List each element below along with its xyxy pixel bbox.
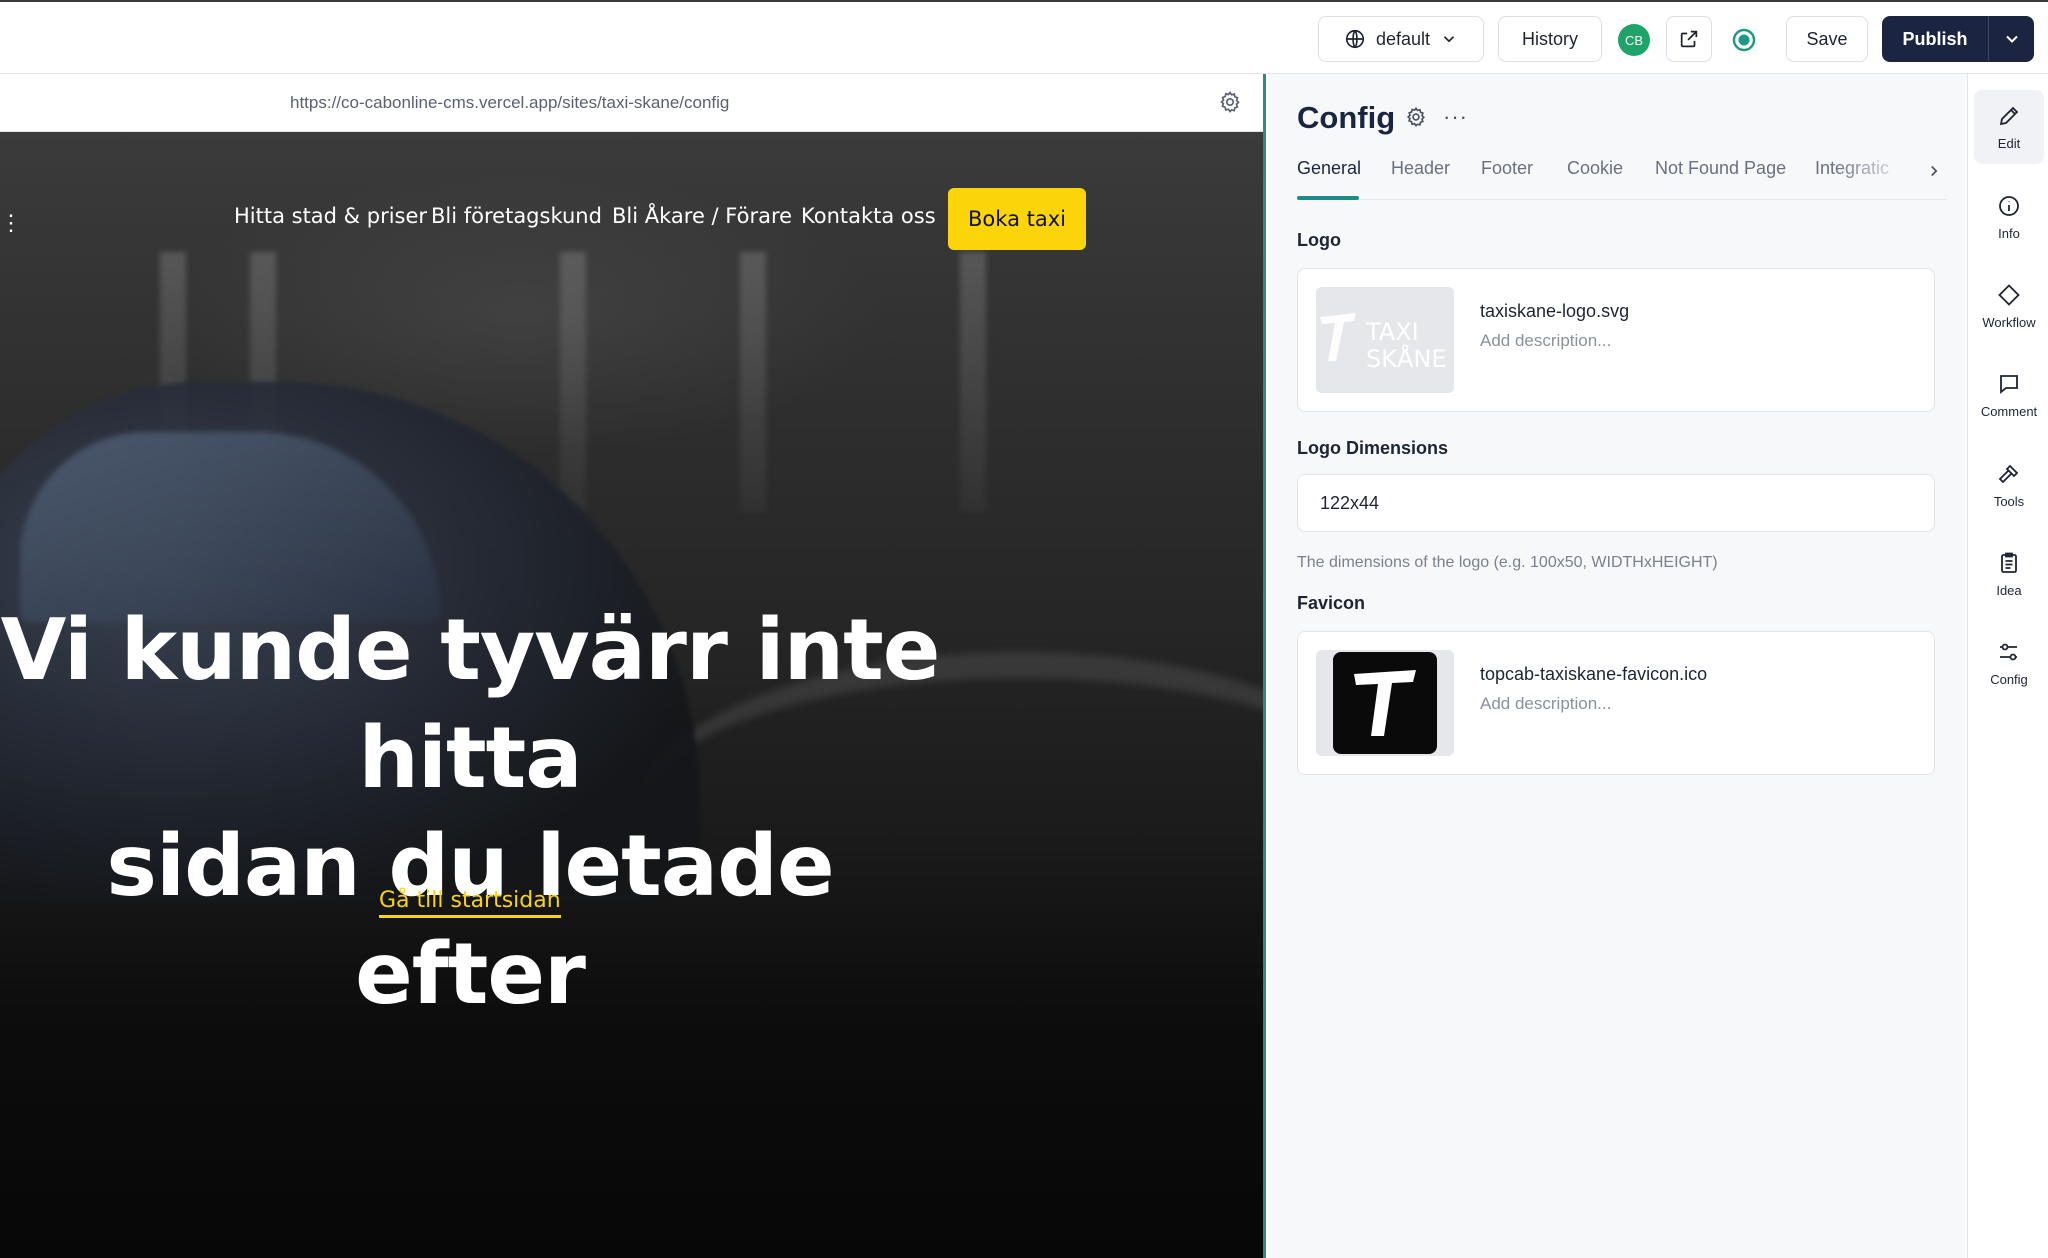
pencil-icon [1997, 104, 2021, 128]
favicon-thumbnail [1316, 650, 1454, 756]
clipboard-icon [1997, 551, 2021, 575]
avatar[interactable]: CB [1618, 24, 1650, 56]
logo-label: Logo [1297, 230, 1341, 250]
rail-label: Config [1990, 671, 2028, 687]
rail-label: Comment [1980, 403, 2038, 419]
live-preview-toggle[interactable] [1730, 26, 1758, 54]
logo-dimensions-input[interactable]: 122x44 [1297, 474, 1935, 532]
right-tool-rail: Edit Info Workflow Comment Tools Idea Co… [1967, 74, 2048, 1258]
nav-link-business[interactable]: Bli företagskund [431, 204, 602, 228]
preview-url[interactable]: https://co-cabonline-cms.vercel.app/site… [290, 93, 729, 113]
logo-dimensions-label: Logo Dimensions [1297, 438, 1449, 458]
favicon-file-name: topcab-taxiskane-favicon.ico [1480, 664, 1708, 684]
comment-icon [1997, 372, 2021, 396]
logo-thumbnail: TAXI SKÅNE [1316, 287, 1454, 393]
favicon-label: Favicon [1297, 593, 1366, 613]
nav-link-contact[interactable]: Kontakta oss [801, 204, 936, 228]
nav-link-city-prices[interactable]: Hitta stad & priser [234, 204, 427, 228]
favicon-asset-card[interactable]: topcab-taxiskane-favicon.ico Add descrip… [1297, 631, 1935, 775]
chevron-down-icon [2002, 29, 2022, 49]
tab-general[interactable]: General [1297, 158, 1361, 179]
history-button[interactable]: History [1498, 16, 1602, 62]
active-tab-indicator [1297, 196, 1359, 200]
config-panel: Config ··· General Header Footer Cookie … [1269, 74, 1967, 1258]
book-taxi-button[interactable]: Boka taxi [948, 188, 1086, 250]
external-link-icon [1678, 28, 1700, 50]
publish-button[interactable]: Publish [1882, 16, 1988, 62]
not-found-headline: Vi kunde tyvärr inte hitta sidan du leta… [0, 597, 950, 1029]
favicon-description-field[interactable]: Add description... [1480, 694, 1611, 714]
publish-split-button: Publish [1882, 16, 2034, 62]
gear-icon[interactable] [1405, 106, 1429, 130]
top-toolbar: default History CB Save Publish [0, 0, 2048, 74]
rail-item-info[interactable]: Info [1974, 180, 2044, 254]
rail-label: Idea [1996, 582, 2022, 598]
save-button[interactable]: Save [1786, 16, 1868, 62]
config-tabs: General Header Footer Cookie Not Found P… [1297, 158, 1947, 200]
logo-description-field[interactable]: Add description... [1480, 331, 1611, 351]
more-options-icon[interactable]: ··· [1443, 104, 1468, 130]
rail-item-config[interactable]: Config [1974, 626, 2044, 700]
record-icon [1731, 27, 1757, 53]
tab-cookie[interactable]: Cookie [1567, 158, 1623, 179]
tab-footer[interactable]: Footer [1481, 158, 1533, 179]
hammer-icon [1997, 462, 2021, 486]
locale-label: default [1375, 28, 1431, 49]
background-pillar [960, 252, 986, 512]
publish-options-button[interactable] [1988, 16, 2034, 62]
nav-link-drivers[interactable]: Bli Åkare / Förare [612, 204, 792, 228]
site-preview: https://co-cabonline-cms.vercel.app/site… [0, 74, 1266, 1258]
panel-title: Config [1297, 100, 1396, 135]
rail-item-comment[interactable]: Comment [1974, 358, 2044, 432]
rail-label: Tools [1993, 493, 2025, 509]
hero-section: ⋮ Hitta stad & priser Bli företagskund B… [0, 132, 1263, 1258]
rail-label: Edit [1997, 135, 2021, 151]
chevron-right-icon[interactable] [1925, 162, 1945, 182]
logo-dimensions-help: The dimensions of the logo (e.g. 100x50,… [1297, 554, 1718, 571]
sliders-icon [1997, 640, 2021, 664]
site-nav: ⋮ Hitta stad & priser Bli företagskund B… [0, 188, 1263, 252]
background-pillar [740, 252, 766, 512]
tab-overflow-fade [1833, 158, 1913, 192]
info-icon [1997, 194, 2021, 218]
svg-text:SKÅNE: SKÅNE [1366, 344, 1447, 373]
rail-item-edit[interactable]: Edit [1974, 90, 2044, 164]
background-pillar [560, 252, 586, 512]
locale-selector[interactable]: default [1318, 16, 1484, 62]
logo-asset-card[interactable]: TAXI SKÅNE taxiskane-logo.svg Add descri… [1297, 268, 1935, 412]
headline-line-2: sidan du letade efter [106, 817, 834, 1024]
go-home-link[interactable]: Gå till startsidan [379, 888, 561, 918]
logo-file-name: taxiskane-logo.svg [1480, 301, 1630, 321]
rail-item-idea[interactable]: Idea [1974, 537, 2044, 611]
menu-icon[interactable]: ⋮ [0, 210, 22, 236]
globe-icon [1344, 28, 1366, 50]
diamond-icon [1997, 283, 2021, 307]
svg-text:TAXI: TAXI [1365, 318, 1419, 346]
gear-icon[interactable] [1218, 90, 1244, 116]
headline-line-1: Vi kunde tyvärr inte hitta [0, 601, 941, 808]
tab-not-found-page[interactable]: Not Found Page [1655, 158, 1786, 179]
rail-label: Info [1998, 225, 2020, 241]
rail-label: Workflow [1982, 314, 2036, 330]
open-external-button[interactable] [1666, 16, 1712, 62]
rail-item-workflow[interactable]: Workflow [1974, 269, 2044, 343]
chevron-down-icon [1440, 30, 1458, 48]
preview-url-bar: https://co-cabonline-cms.vercel.app/site… [0, 74, 1263, 132]
rail-item-tools[interactable]: Tools [1974, 448, 2044, 522]
tab-header[interactable]: Header [1391, 158, 1450, 179]
